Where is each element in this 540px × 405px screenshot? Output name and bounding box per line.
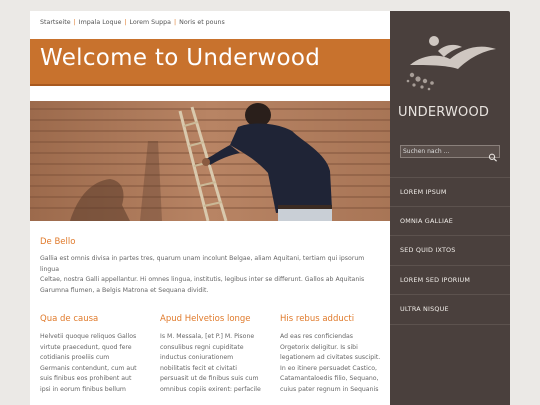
hero-photo <box>30 101 390 221</box>
main-content: Startseite | Impala Loque | Lorem Suppa | Nori… <box>30 11 390 405</box>
column-2-text: Is M. Messala, [et P.] M. Pisone consuli… <box>160 332 275 395</box>
column-line: ipsi in eorum finibus bellum <box>40 385 126 393</box>
column-line: legationem ad civitates suscipit. <box>280 354 381 361</box>
breadcrumb-separator: | <box>124 19 127 26</box>
column-line: In eo itinere persuadet Castico, <box>280 364 378 372</box>
column-3-text: Ad eas res conficiendas Orgetorix deligi… <box>280 332 388 395</box>
breadcrumb-item[interactable]: Noris et pouns <box>179 19 225 26</box>
column-line: suis finibus eos prohibent aut <box>40 375 132 382</box>
title-banner: Welcome to Underwood <box>30 39 390 86</box>
breadcrumb-item[interactable]: Lorem Suppa <box>129 19 171 26</box>
column-line: Is M. Messala, [et P.] M. Pisone <box>160 333 255 340</box>
breadcrumb-home[interactable]: Startseite <box>40 19 71 26</box>
column-line: virtute praecedunt, quod fere <box>40 343 132 351</box>
intro-line: Celtae, nostra Galli appellantur. Hi omn… <box>40 276 365 283</box>
column-line: cotidianis proeliis cum <box>40 354 110 361</box>
sidebar-item-lorem-ipsum[interactable]: LOREM IPSUM <box>390 177 510 207</box>
page: Startseite | Impala Loque | Lorem Suppa | Nori… <box>30 11 510 405</box>
hero-image <box>30 101 390 221</box>
sidebar-nav: LOREM IPSUM OMNIA GALLIAE SED QUID IXTOS… <box>390 177 510 325</box>
logo-wordmark: UNDERWOOD <box>398 105 490 120</box>
breadcrumb-item[interactable]: Impala Loque <box>79 19 122 26</box>
column-3-heading: His rebus adducti <box>280 314 355 324</box>
column-line: cuius pater regnum in Sequanis <box>280 385 379 393</box>
column-1-text: Helvetii quoque reliquos Gallos virtute … <box>40 332 155 395</box>
intro-line: Garumna flumen, a Belgis Matrona et Sequ… <box>40 286 209 294</box>
intro-heading: De Bello <box>40 237 76 247</box>
column-line: Helvetii quoque reliquos Gallos <box>40 333 137 340</box>
sidebar-item-ultra-nisque[interactable]: ULTRA NISQUE <box>390 295 510 325</box>
column-line: inductus coniurationem <box>160 354 234 361</box>
column-1-heading: Qua de causa <box>40 314 99 324</box>
column-line: Orgetorix deligitur. Is sibi <box>280 343 358 351</box>
column-line: persuasit ut de finibus suis cum <box>160 375 259 382</box>
magnifier-icon <box>488 153 498 162</box>
column-line: Germanis contendunt, cum aut <box>40 364 137 372</box>
sidebar-item-sed-quid-ixtos[interactable]: SED QUID IXTOS <box>390 236 510 266</box>
breadcrumb-separator: | <box>174 19 177 26</box>
column-line: consulibus regni cupiditate <box>160 343 244 351</box>
column-line: Ad eas res conficiendas <box>280 333 354 340</box>
site-logo[interactable]: UNDERWOOD <box>398 29 502 120</box>
column-line: nobilitatis fecit et civitati <box>160 364 237 372</box>
search-button[interactable] <box>488 147 498 162</box>
column-line: Catamantaloedis filio, Sequano, <box>280 375 379 382</box>
sidebar-item-lorem-sed-iporium[interactable]: LOREM SED IPORIUM <box>390 266 510 296</box>
breadcrumb: Startseite | Impala Loque | Lorem Suppa | Nori… <box>40 19 225 26</box>
search-input[interactable] <box>403 146 487 157</box>
sidebar: UNDERWOOD LOREM IPSUM OMNIA GALLIAE SED … <box>390 11 510 405</box>
breadcrumb-separator: | <box>73 19 76 26</box>
column-line: omnibus copiis exirent: perfacile <box>160 385 261 393</box>
column-2-heading: Apud Helvetios longe <box>160 314 251 324</box>
page-title: Welcome to Underwood <box>40 45 321 71</box>
intro-line: Gallia est omnis divisa in partes tres, … <box>40 255 365 273</box>
search-box <box>400 145 500 162</box>
sidebar-item-omnia-galliae[interactable]: OMNIA GALLIAE <box>390 207 510 237</box>
intro-text: Gallia est omnis divisa in partes tres, … <box>40 254 385 296</box>
